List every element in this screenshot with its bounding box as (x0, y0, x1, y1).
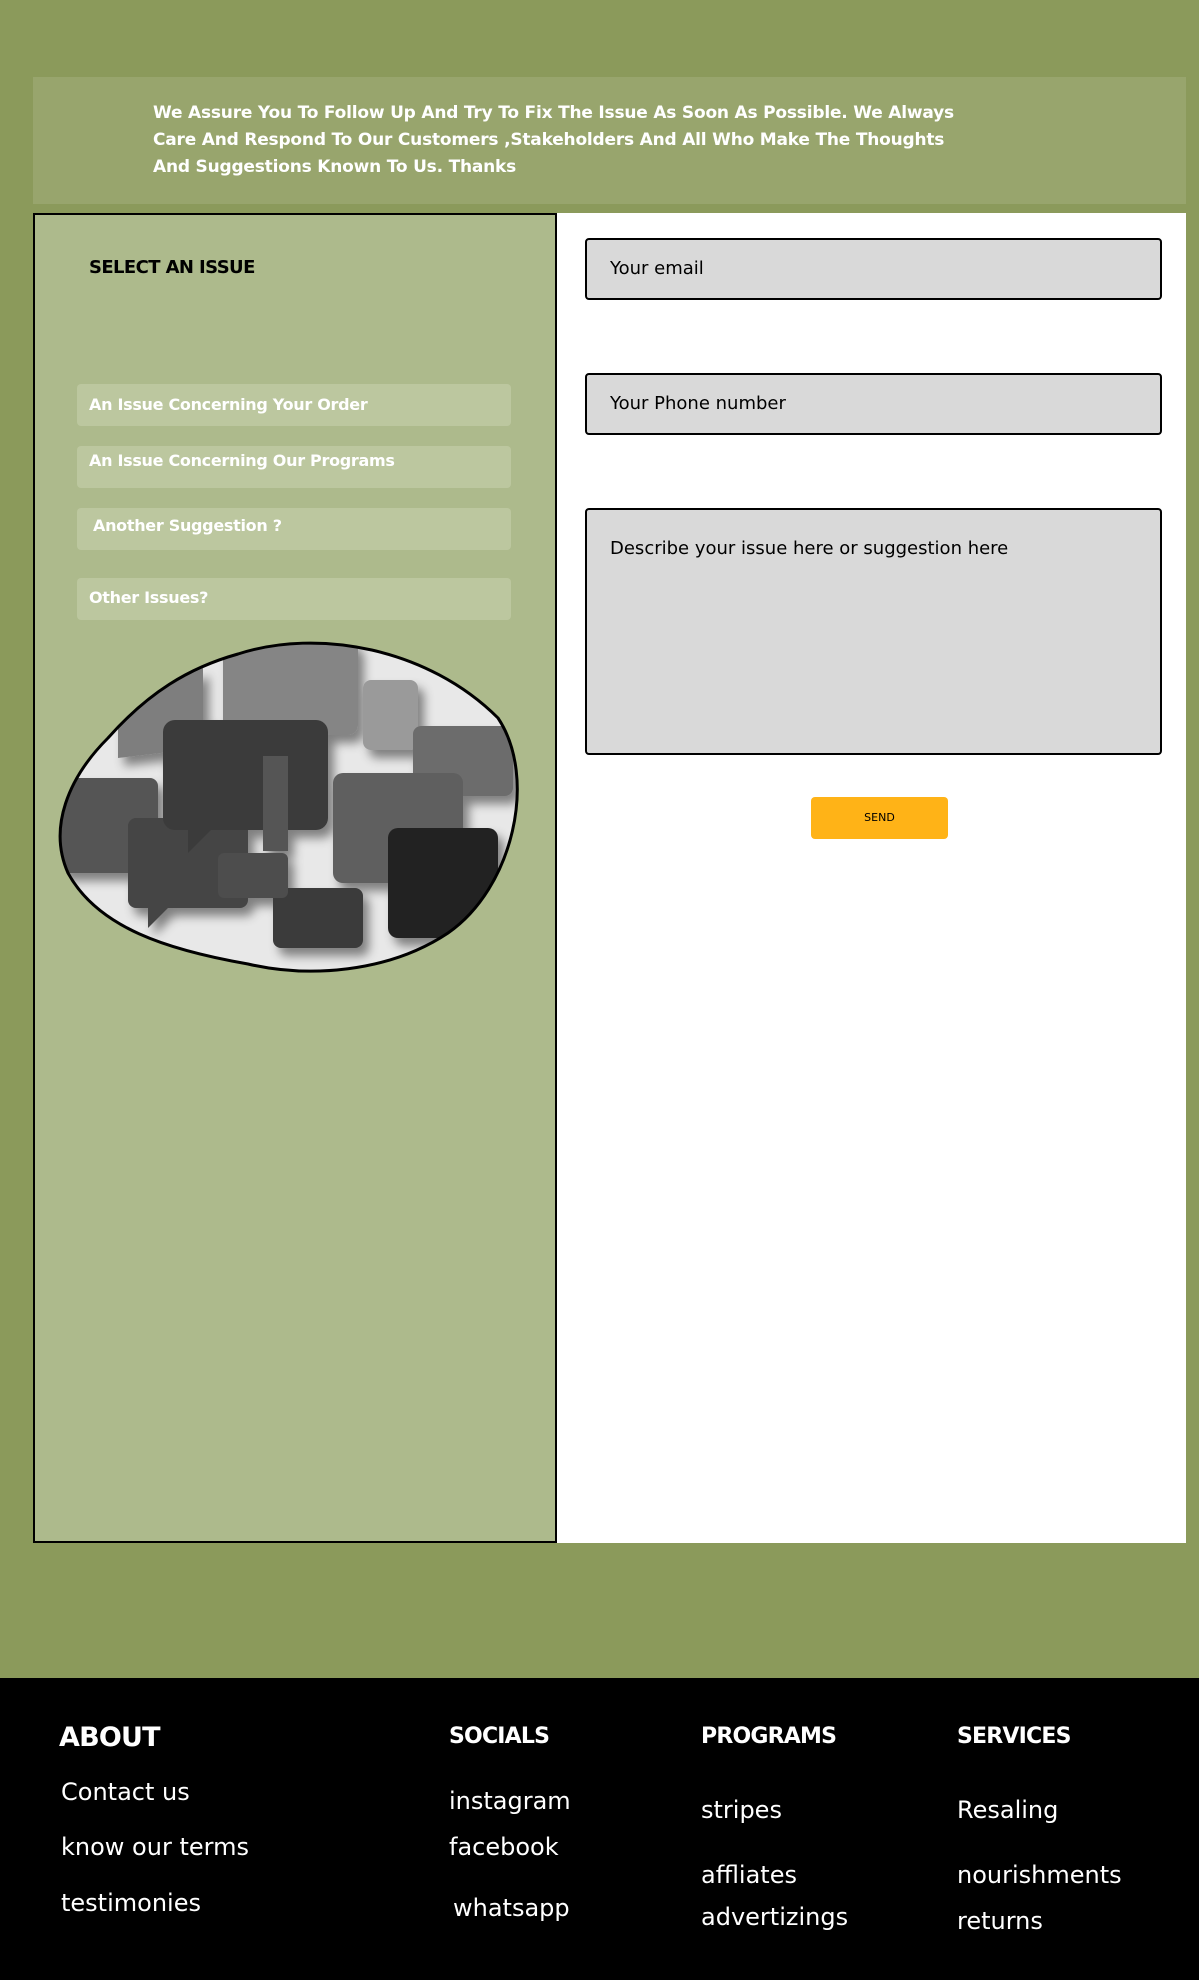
issue-option-programs[interactable]: An Issue Concerning Our Programs (77, 446, 511, 488)
footer-link-affliates[interactable]: affliates (701, 1861, 797, 1889)
message-placeholder: Describe your issue here or suggestion h… (610, 538, 1009, 559)
footer-link-facebook[interactable]: facebook (449, 1833, 559, 1861)
notice-message: We Assure You To Follow Up And Try To Fi… (153, 103, 954, 177)
issue-option-label: Other Issues? (89, 588, 209, 607)
send-button[interactable]: SEND (811, 797, 948, 839)
phone-field[interactable]: Your Phone number (585, 373, 1162, 435)
speech-bubbles-image (58, 628, 520, 978)
footer-services-title: SERVICES (957, 1724, 1071, 1749)
footer-link-stripes[interactable]: stripes (701, 1796, 782, 1824)
issue-option-order[interactable]: An Issue Concerning Your Order (77, 384, 511, 426)
email-placeholder: Your email (610, 258, 704, 279)
issue-option-label: Another Suggestion ? (93, 516, 282, 535)
footer-link-nourishments[interactable]: nourishments (957, 1861, 1122, 1889)
issue-option-label: An Issue Concerning Your Order (89, 395, 368, 414)
issue-option-suggestion[interactable]: Another Suggestion ? (77, 508, 511, 550)
footer-link-terms[interactable]: know our terms (61, 1833, 249, 1861)
footer-socials-title: SOCIALS (449, 1724, 550, 1749)
footer-link-returns[interactable]: returns (957, 1907, 1043, 1935)
phone-placeholder: Your Phone number (610, 393, 786, 414)
footer-link-resaling[interactable]: Resaling (957, 1796, 1058, 1824)
footer-about-title: ABOUT (59, 1722, 161, 1753)
footer-link-instagram[interactable]: instagram (449, 1787, 571, 1815)
email-field[interactable]: Your email (585, 238, 1162, 300)
footer-link-contact[interactable]: Contact us (61, 1778, 190, 1806)
issue-option-label: An Issue Concerning Our Programs (89, 451, 395, 470)
message-textarea[interactable]: Describe your issue here or suggestion h… (585, 508, 1162, 755)
footer-programs-title: PROGRAMS (701, 1724, 837, 1749)
select-issue-heading: SELECT AN ISSUE (89, 257, 255, 278)
footer-link-whatsapp[interactable]: whatsapp (453, 1894, 570, 1922)
footer-link-testimonies[interactable]: testimonies (61, 1889, 201, 1917)
issue-option-other[interactable]: Other Issues? (77, 578, 511, 620)
footer-link-advertizings[interactable]: advertizings (701, 1903, 848, 1931)
